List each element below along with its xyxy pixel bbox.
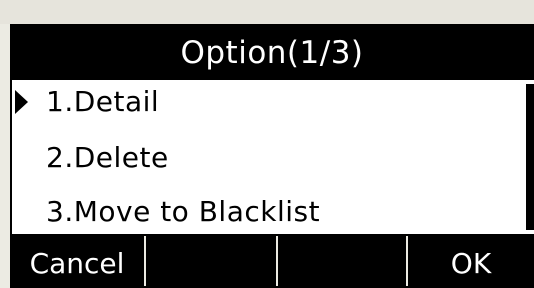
softkey-2-button[interactable] <box>146 236 274 286</box>
ok-button[interactable]: OK <box>408 236 534 286</box>
page-title: Option(1/3) <box>10 26 534 80</box>
selection-arrow-icon <box>15 90 28 114</box>
cancel-button[interactable]: Cancel <box>12 236 142 286</box>
scrollbar-thumb[interactable] <box>526 84 534 230</box>
phone-screen: Option(1/3) 1.Detail 2.Delete 3.Move to … <box>0 0 534 288</box>
list-item-label: 1.Detail <box>46 85 160 118</box>
list-item-move-to-blacklist[interactable]: 3.Move to Blacklist <box>12 190 526 234</box>
softkey-3-button[interactable] <box>278 236 404 286</box>
list-item-label: 3.Move to Blacklist <box>46 195 321 228</box>
option-list: 1.Detail 2.Delete 3.Move to Blacklist <box>12 80 526 234</box>
top-strip <box>0 0 534 24</box>
list-item-label: 2.Delete <box>46 141 169 174</box>
list-item-delete[interactable]: 2.Delete <box>12 136 526 180</box>
list-item-detail[interactable]: 1.Detail <box>12 80 526 124</box>
